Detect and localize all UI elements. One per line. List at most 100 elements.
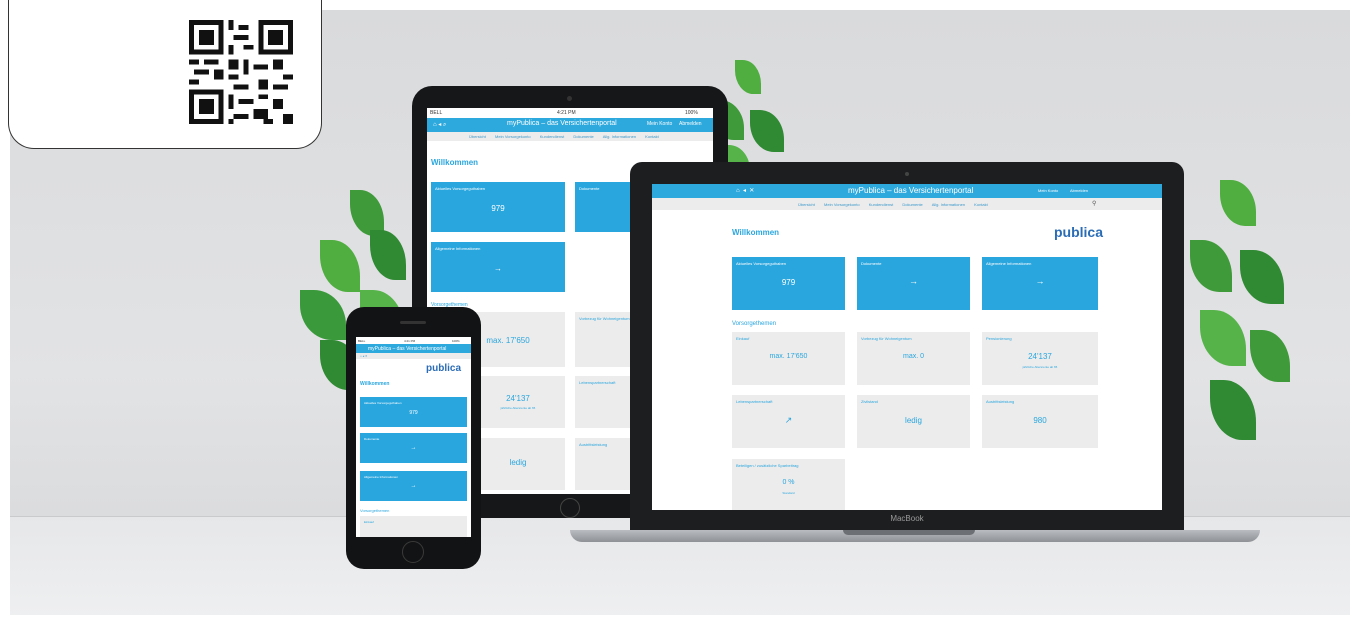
- phone-page-title: Willkommen: [360, 381, 390, 387]
- tile-value: 979: [409, 410, 418, 416]
- tablet-tile-balance[interactable]: Aktuelles Vorsorgeguthaben 979: [431, 182, 565, 232]
- tile-label: Aktuelles Vorsorgeguthaben: [435, 186, 486, 191]
- phone-screen: BELL 4:21 PM 100% myPublica – das Versic…: [356, 337, 471, 537]
- laptop-screen: ⌂ ◂ ✕ myPublica – das Versichertenportal…: [652, 184, 1162, 510]
- tile-label: Austrittsleistung: [579, 442, 608, 447]
- phone-gtile-einkauf[interactable]: Einkauf: [360, 516, 467, 537]
- tile-label: Einkauf: [364, 520, 375, 524]
- tile-label: Beteiligen / zusätzliche Sparbeitrag: [736, 463, 799, 468]
- phone-time: 4:21 PM: [404, 339, 416, 343]
- laptop-device: ⌂ ◂ ✕ myPublica – das Versichertenportal…: [630, 162, 1184, 530]
- laptop-page-title: Willkommen: [732, 228, 780, 237]
- publica-logo: publica: [1054, 224, 1104, 240]
- tile-subtext: Standard: [782, 491, 795, 495]
- laptop-section-title: Vorsorgethemen: [732, 321, 777, 327]
- laptop-gtile-einkauf[interactable]: Einkauf max. 17'650: [732, 332, 845, 385]
- laptop-header-bar: ⌂ ◂ ✕ myPublica – das Versichertenportal…: [652, 184, 1162, 198]
- laptop-tile-info[interactable]: Allgemeine Informationen →: [982, 257, 1098, 310]
- external-link-icon: ↗: [784, 415, 793, 425]
- tablet-app-title: myPublica – das Versichertenportal: [507, 120, 617, 127]
- tile-label: Austrittsleistung: [986, 399, 1015, 404]
- tablet-logout-link[interactable]: Abmelden: [679, 121, 702, 127]
- laptop-nav-item[interactable]: Mein Vorsorgekonto: [824, 202, 860, 207]
- laptop-nav-item[interactable]: Kundendienst: [869, 202, 893, 207]
- tablet-nav-item[interactable]: Allg. Informationen: [603, 134, 636, 139]
- tile-label: Lebenspartnerschaft: [579, 380, 616, 385]
- laptop-gtile-sparbeitrag[interactable]: Beteiligen / zusätzliche Sparbeitrag 0 %…: [732, 459, 845, 510]
- laptop-nav-item[interactable]: Kontakt: [974, 202, 988, 207]
- tile-label: Lebenspartnerschaft: [736, 399, 773, 404]
- user-icon[interactable]: ⚲: [1092, 200, 1096, 207]
- tablet-home-button[interactable]: [560, 498, 580, 518]
- tile-label: Aktuelles Vorsorgeguthaben: [736, 261, 787, 266]
- tile-label: Aktuelles Vorsorgeguthaben: [364, 401, 402, 405]
- phone-header-bar: myPublica – das Versichertenportal: [356, 344, 471, 353]
- arrow-right-icon: →: [1035, 276, 1045, 286]
- laptop-gtile-austritt[interactable]: Austrittsleistung 980: [982, 395, 1098, 448]
- phone-tile-balance[interactable]: Aktuelles Vorsorgeguthaben 979: [360, 397, 467, 427]
- laptop-nav-icons[interactable]: ⌂ ◂ ✕: [736, 187, 754, 194]
- tile-label: Dokumente: [364, 437, 380, 441]
- tablet-time: 4:21 PM: [557, 110, 576, 116]
- laptop-gtile-zivilstand[interactable]: Zivilstand ledig: [857, 395, 970, 448]
- tile-label: Dokumente: [861, 261, 882, 266]
- laptop-tile-balance[interactable]: Aktuelles Vorsorgeguthaben 979: [732, 257, 845, 310]
- laptop-gtile-vorbezug[interactable]: Vorbezug für Wohneigentum max. 0: [857, 332, 970, 385]
- phone-publica-logo: publica: [426, 363, 462, 374]
- tablet-status-bar: BELL 4:21 PM 100%: [427, 108, 713, 118]
- tile-value: max. 17'650: [769, 353, 808, 360]
- arrow-right-icon: →: [494, 264, 502, 273]
- tile-label: Dokumente: [579, 186, 600, 191]
- phone-tile-info[interactable]: Allgemeine Informationen →: [360, 471, 467, 501]
- tablet-page-title: Willkommen: [431, 158, 479, 167]
- tablet-nav-item[interactable]: Kundendienst: [540, 134, 564, 139]
- tablet-nav-item[interactable]: Dokumente: [573, 134, 593, 139]
- phone-speaker: [400, 321, 426, 324]
- laptop-gtile-pension[interactable]: Pensionierung 24'137 jährliche Altersren…: [982, 332, 1098, 385]
- tablet-nav: Übersicht Mein Vorsorgekonto Kundendiens…: [427, 132, 713, 141]
- tablet-nav-item[interactable]: Mein Vorsorgekonto: [495, 134, 531, 139]
- laptop-brand-label: MacBook: [890, 514, 924, 523]
- tablet-carrier: BELL: [430, 110, 443, 116]
- tile-label: Vorbezug für Wohneigentum: [579, 316, 630, 321]
- arrow-right-icon: →: [410, 483, 417, 489]
- phone-home-button[interactable]: [402, 541, 424, 563]
- phone-status-bar: BELL 4:21 PM 100%: [356, 337, 471, 344]
- tablet-account-link[interactable]: Mein Konto: [647, 121, 672, 127]
- phone-carrier: BELL: [358, 339, 366, 343]
- laptop-account-link[interactable]: Mein Konto: [1038, 188, 1058, 193]
- qr-code[interactable]: [189, 20, 293, 124]
- tile-value: 979: [781, 278, 796, 287]
- laptop-logout-link[interactable]: Abmelden: [1070, 188, 1088, 193]
- laptop-notch: [843, 530, 975, 535]
- phone-tile-documents[interactable]: Dokumente →: [360, 433, 467, 463]
- plant-right: [1180, 180, 1310, 470]
- tablet-tile-info[interactable]: Allgemeine Informationen →: [431, 242, 565, 292]
- phone-nav-icons[interactable]: ⌂ ◂ ✕: [360, 354, 368, 358]
- arrow-right-icon: →: [909, 276, 918, 286]
- tile-value: 24'137: [1028, 352, 1052, 361]
- tile-label: Allgemeine Informationen: [364, 475, 399, 479]
- tablet-battery: 100%: [685, 110, 698, 116]
- tablet-header-bar: ⌂ ◂ ⌕ myPublica – das Versichertenportal…: [427, 118, 713, 132]
- qr-card: [8, 0, 322, 149]
- laptop-nav: Übersicht Mein Vorsorgekonto Kundendiens…: [652, 198, 1162, 210]
- tablet-nav-item[interactable]: Übersicht: [469, 134, 486, 139]
- laptop-tile-documents[interactable]: Dokumente →: [857, 257, 970, 310]
- tile-label: Zivilstand: [861, 399, 878, 404]
- phone-device: BELL 4:21 PM 100% myPublica – das Versic…: [346, 307, 481, 569]
- laptop-nav-item[interactable]: Allg. Informationen: [932, 202, 965, 207]
- tile-subtext: jährliche Altersrente ab 65: [1022, 365, 1058, 369]
- tablet-camera: [567, 96, 572, 101]
- laptop-camera: [905, 172, 909, 176]
- tile-value: 980: [1033, 416, 1047, 425]
- tablet-home-icon[interactable]: ⌂ ◂ ⌕: [433, 121, 446, 129]
- laptop-nav-item[interactable]: Übersicht: [798, 202, 815, 207]
- tile-label: Vorbezug für Wohneigentum: [861, 336, 912, 341]
- laptop-app-title: myPublica – das Versichertenportal: [848, 186, 974, 195]
- laptop-gtile-partner[interactable]: Lebenspartnerschaft ↗: [732, 395, 845, 448]
- laptop-nav-item[interactable]: Dokumente: [902, 202, 922, 207]
- tile-value: max. 0: [902, 353, 924, 360]
- tile-value: 979: [491, 204, 505, 213]
- tablet-nav-item[interactable]: Kontakt: [645, 134, 659, 139]
